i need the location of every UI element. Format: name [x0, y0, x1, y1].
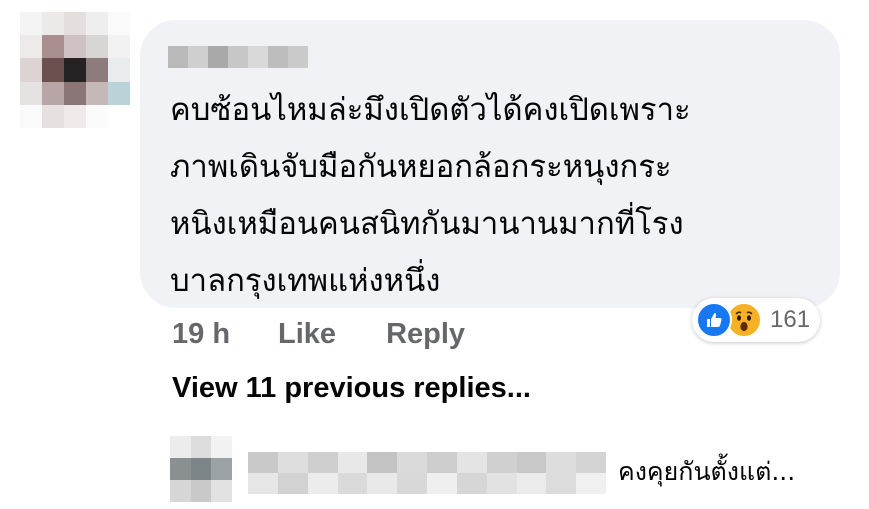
comment-line: ภาพเดินจับมือกันหยอกล้อกระหนุงกระ — [170, 149, 672, 185]
replier-name-redacted[interactable] — [248, 452, 606, 494]
comment-line: บาลกรุงเทพแห่งหนึ่ง — [170, 263, 441, 299]
comment-text: คบซ้อนไหมล่ะมึงเปิดตัวได้คงเปิดเพราะภาพเ… — [170, 82, 830, 310]
reaction-count: 161 — [770, 306, 811, 333]
like-button[interactable]: Like — [278, 318, 336, 351]
reactions-summary[interactable]: 161 — [692, 298, 821, 342]
comment-bubble: คบซ้อนไหมล่ะมึงเปิดตัวได้คงเปิดเพราะภาพเ… — [140, 20, 840, 308]
comment-timestamp[interactable]: 19 h — [172, 318, 230, 351]
comment-line: คบซ้อนไหมล่ะมึงเปิดตัวได้คงเปิดเพราะ — [170, 92, 691, 128]
comment-actions: 19 h Like Reply — [172, 312, 465, 356]
comment-thread: คบซ้อนไหมล่ะมึงเปิดตัวได้คงเปิดเพราะภาพเ… — [0, 0, 869, 509]
comment-line: หนิงเหมือนคนสนิทกันมานานมากที่โรง — [170, 206, 684, 242]
commenter-name-redacted[interactable] — [168, 46, 308, 68]
reply-button[interactable]: Reply — [386, 318, 465, 351]
reply-preview-text[interactable]: คงคุยกันตั้งแต่... — [618, 452, 795, 492]
like-icon — [696, 302, 732, 338]
commenter-avatar[interactable] — [20, 12, 130, 128]
view-previous-replies-link[interactable]: View 11 previous replies... — [172, 372, 531, 405]
replier-avatar[interactable] — [170, 436, 232, 502]
